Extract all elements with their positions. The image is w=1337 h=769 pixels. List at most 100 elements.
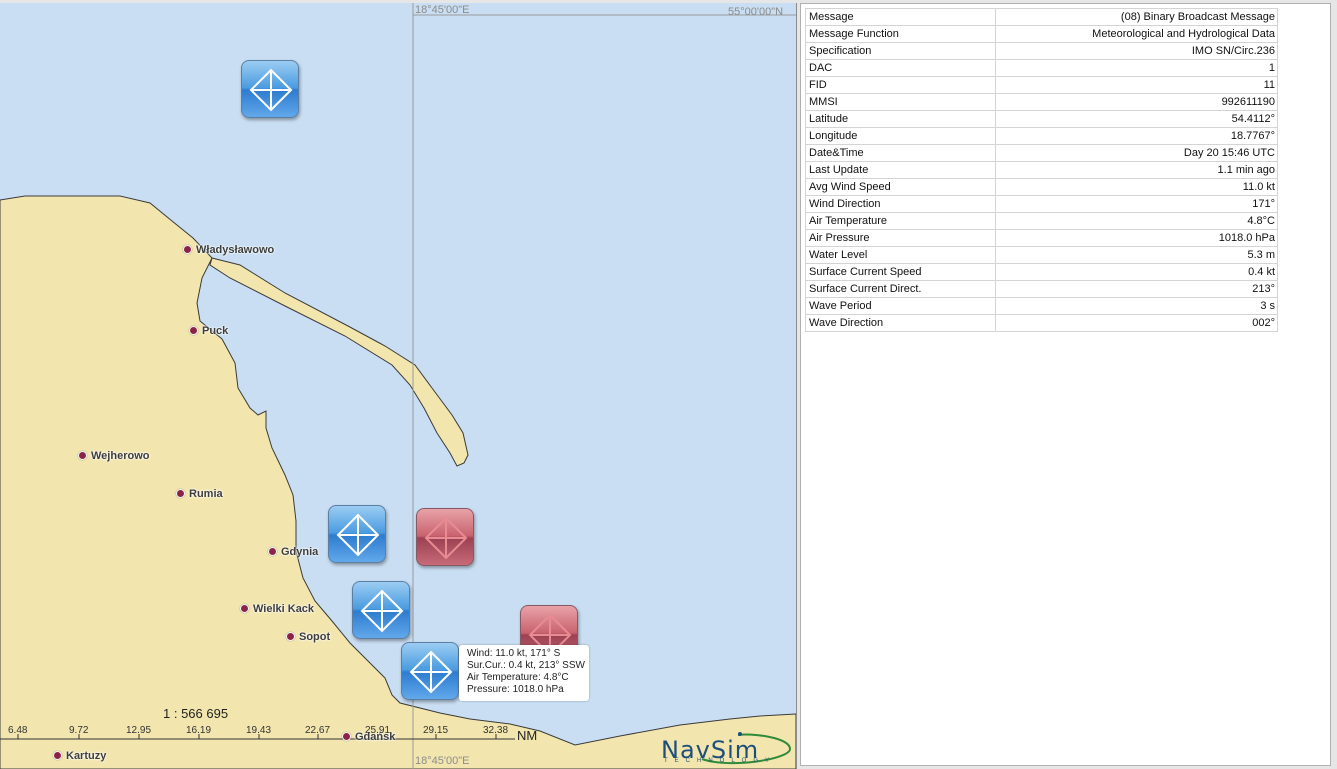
property-key: Message Function bbox=[805, 25, 996, 43]
property-row[interactable]: Last Update 1.1 min ago bbox=[805, 161, 1278, 179]
town-wejherowo[interactable]: Wejherowo bbox=[78, 450, 149, 462]
weather-station-marker-alert[interactable] bbox=[416, 508, 474, 566]
property-value: Day 20 15:46 UTC bbox=[995, 144, 1278, 162]
town-label: Gdynia bbox=[281, 546, 319, 558]
town-marker-icon bbox=[286, 632, 295, 641]
property-key: Avg Wind Speed bbox=[805, 178, 996, 196]
station-tooltip: Wind: 11.0 kt, 171° S Sur.Cur.: 0.4 kt, … bbox=[459, 645, 589, 701]
property-key: Message bbox=[805, 8, 996, 26]
weather-station-marker[interactable] bbox=[328, 505, 386, 563]
property-value: 54.4112° bbox=[995, 110, 1278, 128]
property-value: 0.4 kt bbox=[995, 263, 1278, 281]
town-wielki-kack[interactable]: Wielki Kack bbox=[240, 603, 314, 615]
aid-to-navigation-icon bbox=[249, 68, 293, 112]
logo-subtext: TECHNOLOGY bbox=[664, 758, 777, 764]
property-row[interactable]: Specification IMO SN/Circ.236 bbox=[805, 42, 1278, 60]
property-value: 4.8°C bbox=[995, 212, 1278, 230]
town-marker-icon bbox=[240, 604, 249, 613]
town-label: Kartuzy bbox=[66, 750, 107, 762]
town-marker-icon bbox=[268, 547, 277, 556]
property-row[interactable]: Message Function Meteorological and Hydro… bbox=[805, 25, 1278, 43]
aid-to-navigation-icon bbox=[336, 513, 380, 557]
town-sopot[interactable]: Sopot bbox=[286, 631, 330, 643]
scale-unit: NM bbox=[517, 728, 538, 743]
property-key: Surface Current Direct. bbox=[805, 280, 996, 298]
property-row[interactable]: Date&Time Day 20 15:46 UTC bbox=[805, 144, 1278, 162]
weather-station-marker-selected[interactable] bbox=[401, 642, 459, 700]
property-row[interactable]: MMSI 992611190 bbox=[805, 93, 1278, 111]
town-marker-icon bbox=[189, 326, 198, 335]
weather-station-marker[interactable] bbox=[352, 581, 410, 639]
property-row[interactable]: Air Temperature 4.8°C bbox=[805, 212, 1278, 230]
property-key: DAC bbox=[805, 59, 996, 77]
town-gdynia[interactable]: Gdynia bbox=[268, 546, 318, 558]
tooltip-air-temperature: Air Temperature: 4.8°C bbox=[467, 672, 569, 683]
property-key: Water Level bbox=[805, 246, 996, 264]
town-marker-icon bbox=[183, 245, 192, 254]
property-row[interactable]: Message (08) Binary Broadcast Message bbox=[805, 8, 1278, 26]
property-value: 5.3 m bbox=[995, 246, 1278, 264]
town-rumia[interactable]: Rumia bbox=[176, 488, 223, 500]
property-value: 171° bbox=[995, 195, 1278, 213]
property-value: 002° bbox=[995, 314, 1278, 332]
tooltip-pressure: Pressure: 1018.0 hPa bbox=[467, 684, 564, 695]
property-value: 213° bbox=[995, 280, 1278, 298]
town-label: Wielki Kack bbox=[253, 603, 315, 615]
property-value: 11 bbox=[995, 76, 1278, 94]
property-value: 3 s bbox=[995, 297, 1278, 315]
tooltip-surface-current: Sur.Cur.: 0.4 kt, 213° SSW bbox=[467, 660, 585, 671]
property-key: Air Pressure bbox=[805, 229, 996, 247]
scale-tick-label: 19.43 bbox=[246, 725, 272, 736]
town-label: Władysławowo bbox=[196, 244, 275, 256]
town-marker-icon bbox=[176, 489, 185, 498]
scale-tick-label: 9.72 bbox=[69, 725, 89, 736]
property-row[interactable]: DAC 1 bbox=[805, 59, 1278, 77]
town-kartuzy[interactable]: Kartuzy bbox=[53, 750, 106, 762]
property-key: Latitude bbox=[805, 110, 996, 128]
scale-tick-label: 32.38 bbox=[483, 725, 509, 736]
property-row[interactable]: FID 11 bbox=[805, 76, 1278, 94]
scale-tick-label: 12.95 bbox=[126, 725, 152, 736]
town-label: Sopot bbox=[299, 631, 331, 643]
property-value: 992611190 bbox=[995, 93, 1278, 111]
properties-panel[interactable]: Message (08) Binary Broadcast Message Mess… bbox=[800, 3, 1331, 766]
property-key: MMSI bbox=[805, 93, 996, 111]
property-row[interactable]: Surface Current Direct. 213° bbox=[805, 280, 1278, 298]
property-row[interactable]: Wave Direction 002° bbox=[805, 314, 1278, 332]
property-row[interactable]: Longitude 18.7767° bbox=[805, 127, 1278, 145]
property-key: FID bbox=[805, 76, 996, 94]
property-row[interactable]: Latitude 54.4112° bbox=[805, 110, 1278, 128]
scale-tick-label: 25.91 bbox=[365, 725, 391, 736]
chart-map[interactable]: 18°45'00"E 55°00'00"N 18°45'00"E Władysł… bbox=[0, 3, 797, 769]
property-row[interactable]: Wave Period 3 s bbox=[805, 297, 1278, 315]
property-key: Longitude bbox=[805, 127, 996, 145]
coord-label-top: 18°45'00"E bbox=[415, 4, 470, 16]
property-value: IMO SN/Circ.236 bbox=[995, 42, 1278, 60]
properties-table: Message (08) Binary Broadcast Message Mess… bbox=[805, 8, 1278, 332]
aid-to-navigation-icon bbox=[409, 650, 453, 694]
town-wladyslawowo[interactable]: Władysławowo bbox=[183, 244, 274, 256]
property-key: Date&Time bbox=[805, 144, 996, 162]
town-label: Rumia bbox=[189, 488, 223, 500]
property-key: Air Temperature bbox=[805, 212, 996, 230]
property-key: Surface Current Speed bbox=[805, 263, 996, 281]
scale-tick-label: 16.19 bbox=[186, 725, 212, 736]
property-row[interactable]: Air Pressure 1018.0 hPa bbox=[805, 229, 1278, 247]
scale-tick-label: 29.15 bbox=[423, 725, 449, 736]
property-row[interactable]: Surface Current Speed 0.4 kt bbox=[805, 263, 1278, 281]
coord-label-top-right: 55°00'00"N bbox=[728, 6, 784, 18]
town-puck[interactable]: Puck bbox=[189, 325, 228, 337]
property-key: Wind Direction bbox=[805, 195, 996, 213]
property-value: 1.1 min ago bbox=[995, 161, 1278, 179]
town-label: Wejherowo bbox=[91, 450, 150, 462]
property-row[interactable]: Wind Direction 171° bbox=[805, 195, 1278, 213]
weather-station-marker[interactable] bbox=[241, 60, 299, 118]
property-row[interactable]: Water Level 5.3 m bbox=[805, 246, 1278, 264]
property-key: Specification bbox=[805, 42, 996, 60]
town-marker-icon bbox=[53, 751, 62, 760]
property-key: Wave Period bbox=[805, 297, 996, 315]
property-row[interactable]: Avg Wind Speed 11.0 kt bbox=[805, 178, 1278, 196]
town-marker-icon bbox=[342, 732, 351, 741]
property-value: 18.7767° bbox=[995, 127, 1278, 145]
aid-to-navigation-icon bbox=[360, 589, 404, 633]
